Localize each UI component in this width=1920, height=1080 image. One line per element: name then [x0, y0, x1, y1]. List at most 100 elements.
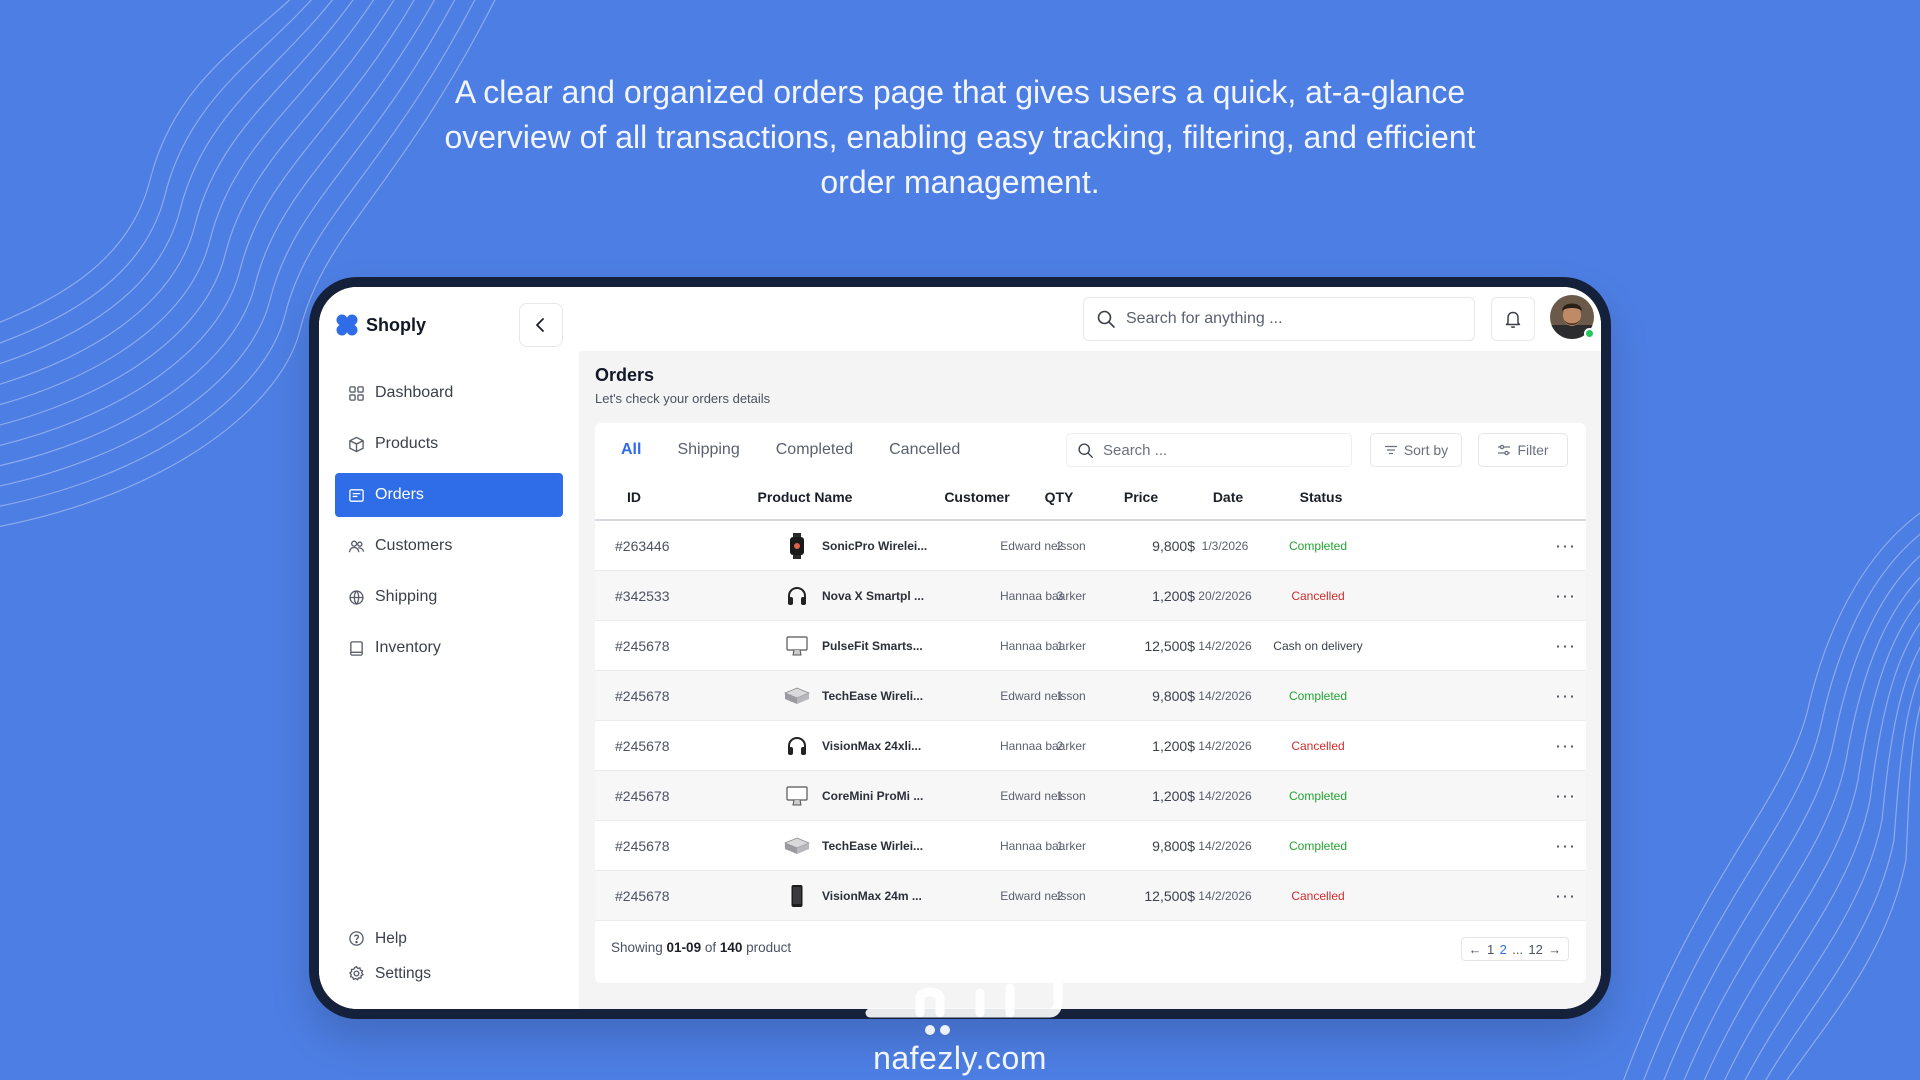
order-date: 14/2/2026	[1198, 888, 1252, 903]
tablet-frame: Shoply Dashboard Products Orders Custome…	[309, 277, 1611, 1019]
status-badge: Cash on delivery	[1273, 638, 1363, 653]
sidebar-item-label: Inventory	[375, 639, 441, 656]
mac-mini-icon	[783, 832, 811, 860]
product-name: TechEase Wirlei...	[822, 838, 924, 853]
price: 9,800$	[1152, 687, 1195, 704]
product-name: CoreMini ProMi ...	[822, 788, 924, 803]
column-header-product-name[interactable]: Product Name	[758, 489, 853, 505]
sidebar-item-products[interactable]: Products	[335, 422, 563, 466]
more-actions-icon[interactable]: ···	[1555, 735, 1576, 756]
sidebar-nav: Dashboard Products Orders Customers Ship…	[335, 371, 563, 677]
product-name: VisionMax 24m ...	[822, 888, 922, 903]
table-row[interactable]: #245678 VisionMax 24m ... Edward nelsson…	[595, 871, 1586, 921]
monitor-icon	[783, 632, 811, 660]
dashboard-icon	[349, 385, 364, 401]
order-id: #245678	[615, 837, 670, 854]
table-row[interactable]: #245678 VisionMax 24xli... Hannaa baarke…	[595, 721, 1586, 771]
sidebar-item-label: Products	[375, 435, 439, 452]
sidebar: Shoply Dashboard Products Orders Custome…	[319, 287, 579, 1009]
page-2[interactable]: 2	[1500, 942, 1507, 957]
notifications-button[interactable]	[1491, 297, 1535, 341]
sort-by-label: Sort by	[1403, 442, 1449, 458]
global-search-placeholder: Search for anything ...	[1126, 310, 1283, 327]
more-actions-icon[interactable]: ···	[1555, 685, 1576, 706]
prev-page-arrow-icon[interactable]: ←	[1469, 942, 1482, 957]
tab-all[interactable]: All	[621, 439, 641, 461]
pagination-total: 140	[719, 940, 743, 955]
sidebar-item-label: Dashboard	[375, 384, 454, 401]
tab-completed[interactable]: Completed	[776, 439, 853, 461]
table-row[interactable]: #245678 TechEase Wirlei... Hannaa baarke…	[595, 821, 1586, 871]
more-actions-icon[interactable]: ···	[1555, 635, 1576, 656]
quantity: 1	[1056, 638, 1064, 653]
sidebar-item-dashboard[interactable]: Dashboard	[335, 371, 563, 415]
product-name: Nova X Smartpl ...	[822, 588, 925, 603]
table-row[interactable]: #342533 Nova X Smartpl ... Hannaa baarke…	[595, 571, 1586, 621]
help-icon	[349, 931, 364, 946]
status-badge: Completed	[1288, 688, 1348, 703]
column-header-price[interactable]: Price	[1124, 489, 1158, 505]
table-row[interactable]: #245678 TechEase Wireli... Edward nelsso…	[595, 671, 1586, 721]
column-header-customer[interactable]: Customer	[944, 489, 1009, 505]
order-id: #342533	[615, 587, 670, 604]
user-avatar[interactable]	[1550, 295, 1595, 339]
quantity: 1	[1056, 788, 1064, 803]
headline-line-1: A clear and organized orders page that g…	[454, 74, 1466, 110]
sidebar-item-help[interactable]: Help	[335, 921, 563, 956]
monitor-icon	[783, 782, 811, 810]
quantity: 1	[1056, 838, 1064, 853]
price: 9,800$	[1152, 537, 1195, 554]
column-header-date[interactable]: Date	[1213, 489, 1243, 505]
table-row[interactable]: #245678 CoreMini ProMi ... Edward nelsso…	[595, 771, 1586, 821]
table-row[interactable]: #263446 SonicPro Wirelei... Edward nelss…	[595, 521, 1586, 571]
quantity: 3	[1056, 588, 1064, 603]
order-date: 14/2/2026	[1198, 638, 1252, 653]
brand[interactable]: Shoply	[335, 313, 426, 337]
table-row[interactable]: #245678 PulseFit Smarts... Hannaa baarke…	[595, 621, 1586, 671]
next-page-arrow-icon[interactable]: →	[1548, 942, 1561, 957]
page-12[interactable]: 12	[1528, 942, 1542, 957]
column-header-status[interactable]: Status	[1300, 489, 1343, 505]
more-actions-icon[interactable]: ···	[1555, 835, 1576, 856]
more-actions-icon[interactable]: ···	[1555, 535, 1576, 556]
column-header-id[interactable]: ID	[627, 489, 641, 505]
tab-shipping[interactable]: Shipping	[677, 439, 739, 461]
sidebar-item-inventory[interactable]: Inventory	[335, 626, 563, 670]
product-name: SonicPro Wirelei...	[822, 538, 928, 553]
topbar: Search for anything ...	[579, 287, 1601, 351]
sidebar-item-label: Help	[375, 929, 407, 947]
column-header-qty[interactable]: QTY	[1045, 489, 1074, 505]
sidebar-item-label: Orders	[375, 486, 424, 503]
price: 1,200$	[1152, 787, 1195, 804]
sidebar-item-settings[interactable]: Settings	[335, 956, 563, 991]
more-actions-icon[interactable]: ···	[1555, 885, 1576, 906]
sidebar-item-customers[interactable]: Customers	[335, 524, 563, 568]
pagination-summary: Showing 01-09 of 140 product	[611, 940, 791, 955]
page-1[interactable]: 1	[1487, 942, 1494, 957]
app-screen: Shoply Dashboard Products Orders Custome…	[319, 287, 1601, 1009]
price: 12,500$	[1144, 637, 1195, 654]
headphones-icon	[783, 732, 811, 760]
collapse-sidebar-button[interactable]	[519, 303, 563, 347]
sidebar-item-label: Settings	[375, 964, 432, 982]
search-icon	[1097, 310, 1115, 328]
global-search-input[interactable]: Search for anything ...	[1083, 297, 1475, 341]
status-badge: Completed	[1288, 538, 1348, 553]
status-badge: Cancelled	[1291, 588, 1345, 603]
tab-cancelled[interactable]: Cancelled	[889, 439, 960, 461]
order-date: 14/2/2026	[1198, 688, 1252, 703]
filter-label: Filter	[1517, 442, 1549, 458]
order-id: #245678	[615, 637, 670, 654]
truck-icon	[349, 589, 364, 605]
order-id: #263446	[615, 537, 670, 554]
status-badge: Completed	[1288, 838, 1348, 853]
sidebar-item-orders[interactable]: Orders	[335, 473, 563, 517]
online-status-indicator	[1584, 328, 1595, 339]
orders-search-input[interactable]: Search ...	[1066, 433, 1352, 467]
chevron-left-icon	[536, 318, 544, 332]
more-actions-icon[interactable]: ···	[1555, 585, 1576, 606]
more-actions-icon[interactable]: ···	[1555, 785, 1576, 806]
sort-by-button[interactable]: Sort by	[1370, 433, 1462, 467]
sidebar-item-shipping[interactable]: Shipping	[335, 575, 563, 619]
filter-button[interactable]: Filter	[1478, 433, 1568, 467]
